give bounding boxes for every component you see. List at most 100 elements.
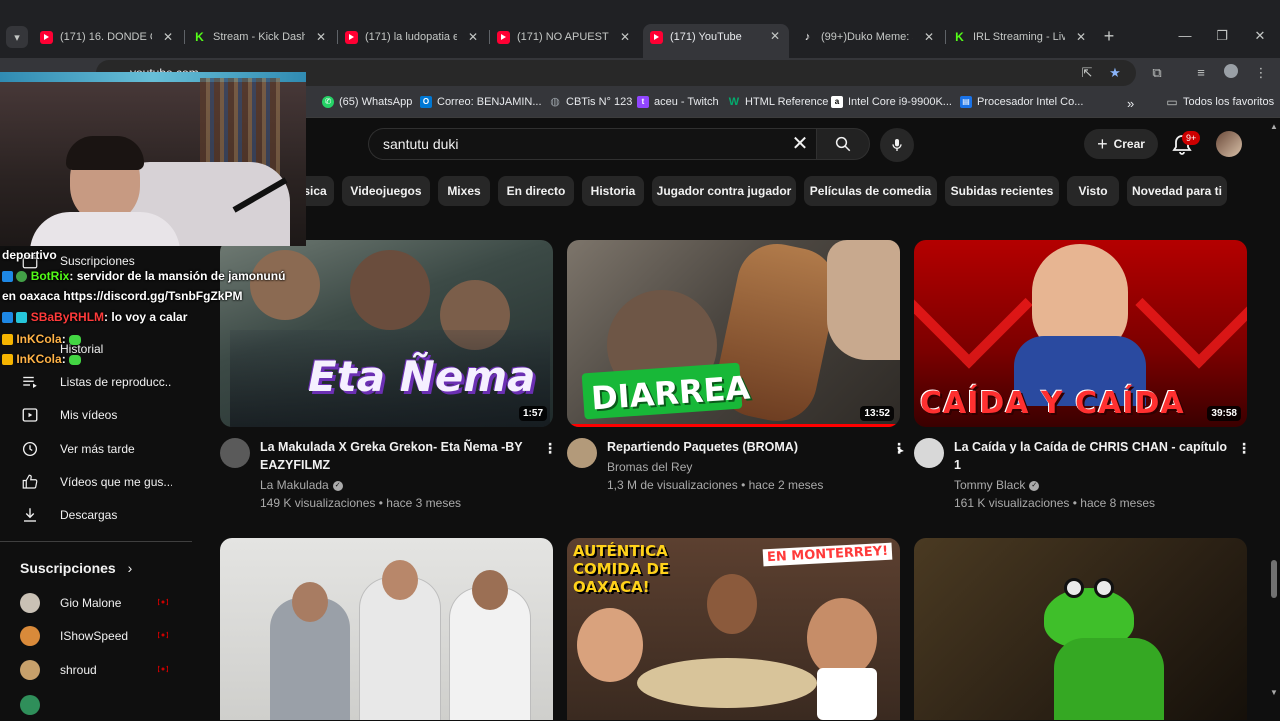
more-actions-icon[interactable]: ⋮ xyxy=(543,440,557,456)
browser-tab[interactable]: K Stream - Kick Dashboard ✕ xyxy=(193,25,329,49)
clear-search-icon[interactable]: ✕ xyxy=(788,132,812,156)
chip-label: Historia xyxy=(590,184,636,198)
close-window-icon[interactable]: ✕ xyxy=(1250,28,1270,44)
close-tab-icon[interactable]: ✕ xyxy=(617,29,633,45)
emote-icon xyxy=(69,354,82,365)
bookmark-item[interactable]: W HTML Reference xyxy=(728,96,829,108)
chip-mixes[interactable]: Mixes xyxy=(438,176,490,206)
video-thumbnail[interactable] xyxy=(914,538,1247,720)
extensions-icon[interactable]: ⧉ xyxy=(1148,64,1166,82)
sidebar-item-liked[interactable]: Vídeos que me gus... xyxy=(0,465,192,498)
browser-tab[interactable]: ♪ (99+)Duko Meme: Sa ✕ xyxy=(801,25,937,49)
sidebar-subscription-partial[interactable] xyxy=(0,688,192,721)
chip-recent-uploads[interactable]: Subidas recientes xyxy=(945,176,1059,206)
close-tab-icon[interactable]: ✕ xyxy=(160,29,176,45)
chip-label: Películas de comedia xyxy=(809,184,932,198)
sidebar-subscription-gio-malone[interactable]: Gio Malone xyxy=(0,586,192,619)
browser-tab[interactable]: (171) 16. DONDE QUEDA ✕ xyxy=(40,25,176,49)
chip-new-to-you[interactable]: Novedad para ti xyxy=(1127,176,1227,206)
profile-icon[interactable] xyxy=(1222,64,1240,82)
browser-tab[interactable]: K IRL Streaming - Live ✕ xyxy=(953,25,1089,49)
page-scrollbar[interactable] xyxy=(1270,119,1280,720)
bookmark-item[interactable]: ✆ (65) WhatsApp xyxy=(322,96,412,108)
video-title[interactable]: La Makulada X Greka Grekon- Eta Ñema -BY… xyxy=(260,438,530,474)
sidebar-item-downloads[interactable]: Descargas xyxy=(0,498,192,531)
bookmark-item[interactable]: a Intel Core i9-9900K... xyxy=(831,96,952,108)
subscriptions-heading[interactable]: Suscripciones › xyxy=(20,560,132,576)
video-title[interactable]: La Caída y la Caída de CHRIS CHAN - capí… xyxy=(954,438,1234,474)
close-tab-icon[interactable]: ✕ xyxy=(465,29,481,45)
create-button[interactable]: + Crear xyxy=(1084,129,1158,159)
chip-watched[interactable]: Visto xyxy=(1067,176,1119,206)
search-input[interactable]: santutu duki xyxy=(368,128,816,160)
kick-icon: K xyxy=(955,30,964,44)
bookmark-item[interactable]: t aceu - Twitch xyxy=(637,96,719,108)
scrollbar-thumb[interactable] xyxy=(1271,560,1277,598)
my-videos-icon xyxy=(20,405,40,425)
bookmark-label: HTML Reference xyxy=(745,96,829,108)
media-controls-icon[interactable]: ≡ xyxy=(1192,64,1210,82)
bookmark-item[interactable]: O Correo: BENJAMIN... xyxy=(420,96,542,108)
account-avatar[interactable] xyxy=(1216,131,1242,157)
sidebar-subscription-ishowspeed[interactable]: IShowSpeed xyxy=(0,619,192,652)
more-actions-icon[interactable]: ⋮ xyxy=(1237,440,1251,456)
minimize-icon[interactable]: — xyxy=(1175,28,1195,43)
video-thumbnail[interactable]: DIARREA 13:52 xyxy=(567,240,900,427)
verified-icon: ✓ xyxy=(1029,480,1040,491)
scroll-up-arrow-icon[interactable]: ▲ xyxy=(1270,122,1278,131)
notifications-badge: 9+ xyxy=(1182,131,1201,145)
video-thumbnail[interactable]: CAÍDA Y CAÍDA 39:58 xyxy=(914,240,1247,427)
streamer-webcam-overlay xyxy=(0,72,306,246)
video-channel[interactable]: Bromas del Rey xyxy=(607,458,692,476)
browser-menu-icon[interactable]: ⋮ xyxy=(1252,64,1270,82)
browser-tab[interactable]: (171) la ludopatia en ✕ xyxy=(345,25,481,49)
chip-videogames[interactable]: Videojuegos xyxy=(342,176,430,206)
all-bookmarks-folder[interactable]: ▭ Todos los favoritos xyxy=(1166,96,1274,108)
close-tab-icon[interactable]: ✕ xyxy=(767,28,783,44)
chat-text: deportivo xyxy=(2,248,57,262)
channel-avatar[interactable] xyxy=(567,438,597,468)
scroll-down-arrow-icon[interactable]: ▼ xyxy=(1270,688,1278,697)
chip-comedy-movies[interactable]: Películas de comedia xyxy=(804,176,937,206)
chip-live[interactable]: En directo xyxy=(498,176,574,206)
chat-message: InKCola: xyxy=(2,332,82,346)
video-thumbnail[interactable]: AUTÉNTICA COMIDA DE OAXACA! EN MONTERREY… xyxy=(567,538,900,720)
chat-message: InKCola: xyxy=(2,352,82,366)
new-tab-button[interactable]: + xyxy=(1100,26,1118,46)
sidebar-item-my-videos[interactable]: Mis vídeos xyxy=(0,398,192,431)
globe-icon: ◍ xyxy=(550,96,560,108)
chip-history[interactable]: Historia xyxy=(582,176,644,206)
subscriber-badge-icon xyxy=(2,354,13,366)
browser-tab[interactable]: (171) NO APUESTEN ✕ xyxy=(497,25,633,49)
browser-tab-active[interactable]: (171) YouTube ✕ xyxy=(643,24,789,58)
close-tab-icon[interactable]: ✕ xyxy=(1073,29,1089,45)
search-button[interactable] xyxy=(816,128,870,160)
tab-search-button[interactable]: ▾ xyxy=(6,26,28,48)
video-channel[interactable]: Tommy Black ✓ xyxy=(954,476,1040,494)
verified-badge-icon xyxy=(16,271,28,283)
restore-icon[interactable]: ❐ xyxy=(1212,28,1232,44)
more-bookmarks-icon[interactable]: » xyxy=(1127,96,1134,111)
channel-avatar[interactable] xyxy=(220,438,250,468)
bookmark-item[interactable]: ◍ CBTis N° 123 xyxy=(549,96,632,108)
close-tab-icon[interactable]: ✕ xyxy=(313,29,329,45)
view-count: 149 K visualizaciones xyxy=(260,496,376,510)
chat-username: InKCola xyxy=(16,352,62,366)
sidebar-divider xyxy=(0,541,192,542)
video-channel[interactable]: La Makulada ✓ xyxy=(260,476,343,494)
chip-pvp[interactable]: Jugador contra jugador xyxy=(652,176,796,206)
chip-label: Videojuegos xyxy=(350,184,422,198)
install-app-icon[interactable]: ⇱ xyxy=(1078,64,1096,82)
bookmark-item[interactable]: ▤ Procesador Intel Co... xyxy=(960,96,1083,108)
video-thumbnail[interactable] xyxy=(220,538,553,720)
view-count: 161 K visualizaciones xyxy=(954,496,1070,510)
close-tab-icon[interactable]: ✕ xyxy=(921,29,937,45)
sidebar-item-watch-later[interactable]: Ver más tarde xyxy=(0,432,192,465)
video-title[interactable]: Repartiendo Paquetes (BROMA) xyxy=(607,438,877,456)
voice-search-button[interactable] xyxy=(880,128,914,162)
bookmark-star-icon[interactable]: ★ xyxy=(1106,64,1124,82)
channel-avatar[interactable] xyxy=(914,438,944,468)
youtube-icon xyxy=(650,30,663,44)
sidebar-subscription-shroud[interactable]: shroud xyxy=(0,653,192,686)
sidebar-item-playlists[interactable]: Listas de reproducc... xyxy=(0,365,192,398)
